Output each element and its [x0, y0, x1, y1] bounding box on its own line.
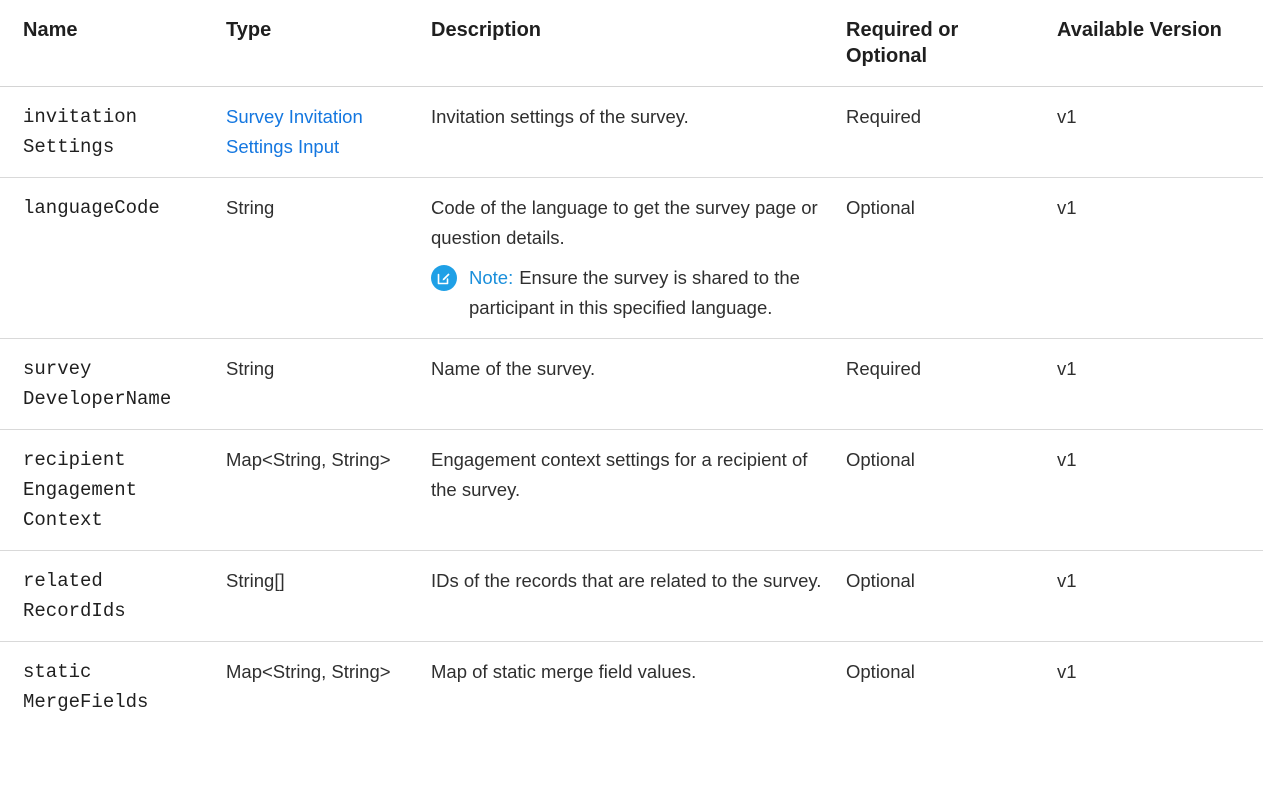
table-row: related RecordIds String[] IDs of the re… [0, 550, 1263, 642]
cell-required: Optional [836, 429, 1047, 551]
table-row: invitation Settings Survey Invitation Se… [0, 86, 1263, 178]
cell-description: Invitation settings of the survey. [421, 86, 836, 178]
note-text: Ensure the survey is shared to the parti… [469, 267, 800, 318]
parameters-table: Name Type Description Required or Option… [0, 0, 1263, 732]
note-callout: Note: Ensure the survey is shared to the … [431, 263, 826, 323]
description-text: Map of static merge field values. [431, 661, 697, 682]
cell-type: Map<String, String> [216, 429, 421, 551]
cell-name: languageCode [0, 177, 216, 339]
cell-type: String [216, 177, 421, 339]
param-name: invitation Settings [23, 106, 138, 158]
table-row: recipient Engagement Context Map<String,… [0, 429, 1263, 551]
description-text: Name of the survey. [431, 358, 596, 379]
cell-version: v1 [1047, 177, 1263, 339]
cell-name: related RecordIds [0, 550, 216, 642]
description-text: Code of the language to get the survey p… [431, 197, 818, 248]
cell-name: invitation Settings [0, 86, 216, 178]
edit-note-icon [431, 265, 457, 291]
header-description: Description [421, 0, 836, 87]
header-type: Type [216, 0, 421, 87]
table-row: languageCode String Code of the language… [0, 177, 1263, 339]
cell-version: v1 [1047, 338, 1263, 430]
header-version: Available Version [1047, 0, 1263, 87]
header-required: Required or Optional [836, 0, 1047, 87]
table-header: Name Type Description Required or Option… [0, 0, 1263, 87]
cell-required: Optional [836, 177, 1047, 339]
description-text: IDs of the records that are related to t… [431, 570, 822, 591]
type-link[interactable]: Survey Invitation Settings Input [226, 102, 411, 162]
table-body: invitation Settings Survey Invitation Se… [0, 86, 1263, 733]
cell-required: Required [836, 86, 1047, 178]
cell-name: recipient Engagement Context [0, 429, 216, 551]
cell-description: Code of the language to get the survey p… [421, 177, 836, 339]
cell-version: v1 [1047, 550, 1263, 642]
table-row: static MergeFields Map<String, String> M… [0, 642, 1263, 733]
description-text: Invitation settings of the survey. [431, 106, 689, 127]
description-text: Engagement context settings for a recipi… [431, 449, 808, 500]
cell-description: IDs of the records that are related to t… [421, 550, 836, 642]
note-label: Note: [469, 267, 514, 288]
cell-type: String [216, 338, 421, 430]
cell-name: static MergeFields [0, 642, 216, 733]
header-row: Name Type Description Required or Option… [0, 0, 1263, 87]
param-name: static MergeFields [23, 661, 149, 713]
cell-type: Survey Invitation Settings Input [216, 86, 421, 178]
cell-version: v1 [1047, 86, 1263, 178]
cell-required: Optional [836, 550, 1047, 642]
param-name: languageCode [23, 197, 160, 219]
param-name: survey DeveloperName [23, 358, 172, 410]
cell-type: Map<String, String> [226, 661, 391, 682]
cell-required: Optional [846, 661, 915, 682]
cell-description: Name of the survey. [421, 338, 836, 430]
cell-version: v1 [1047, 429, 1263, 551]
cell-description: Map of static merge field values. [421, 642, 836, 733]
cell-type: String[] [216, 550, 421, 642]
note-body: Note: Ensure the survey is shared to the … [469, 263, 826, 323]
table-row: survey DeveloperName String Name of the … [0, 338, 1263, 430]
cell-required: Required [836, 338, 1047, 430]
cell-description: Engagement context settings for a recipi… [421, 429, 836, 551]
cell-version: v1 [1057, 661, 1077, 682]
header-name: Name [0, 0, 216, 87]
param-name: recipient Engagement Context [23, 449, 138, 531]
param-name: related RecordIds [23, 570, 126, 622]
cell-name: survey DeveloperName [0, 338, 216, 430]
